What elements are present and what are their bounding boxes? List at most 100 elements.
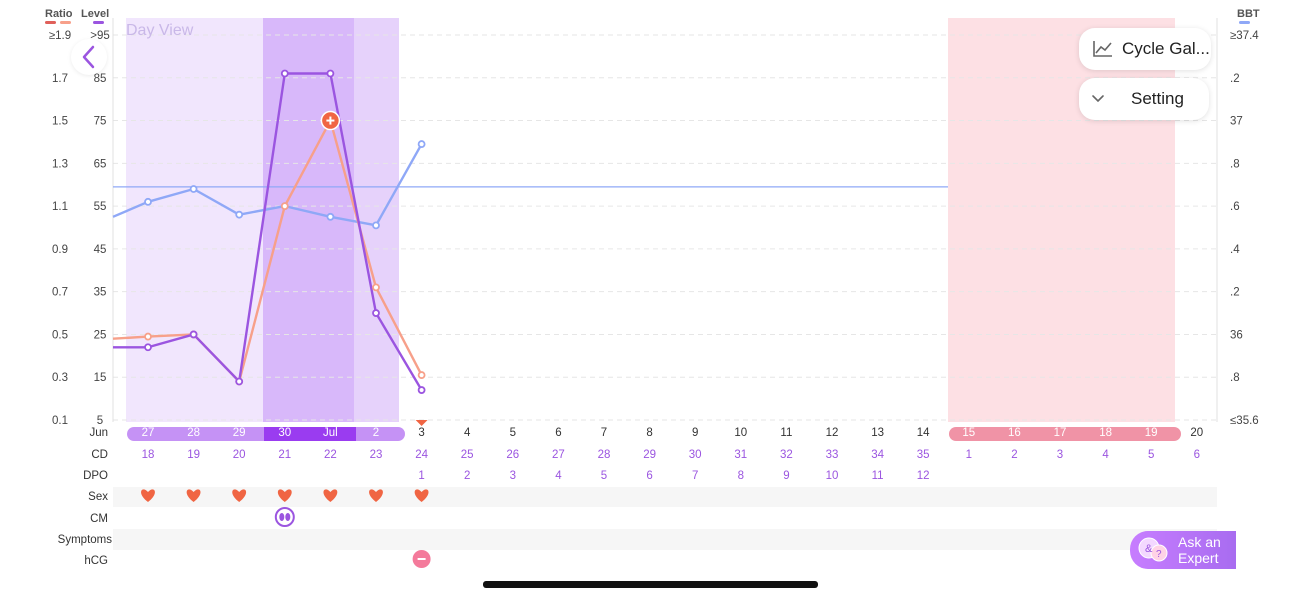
bbt-point	[326, 212, 335, 221]
ask-expert-button[interactable]: & ? Ask an Expert	[1130, 531, 1236, 569]
date-cell: 18	[1099, 427, 1112, 439]
date-cell: 12	[825, 427, 839, 439]
date-cell: 20	[1190, 427, 1204, 439]
home-indicator	[483, 581, 818, 588]
cd-cell: 21	[278, 449, 292, 461]
date-cell: 3	[418, 427, 425, 439]
cd-cell: 24	[415, 449, 428, 461]
cm-icon-drop-right	[285, 513, 291, 521]
cycle-gallery-button[interactable]: Cycle Gal...	[1079, 28, 1211, 70]
ratio-tick-label: 0.1	[52, 415, 68, 427]
ratio-tick-label: 0.3	[52, 372, 68, 384]
symptoms-label: Symptoms	[57, 534, 112, 546]
level-point	[235, 377, 244, 386]
dpo-cell: 9	[783, 470, 790, 482]
cd-cell: 4	[1102, 449, 1109, 461]
cd-cell: 34	[871, 449, 884, 461]
cd-cell: 33	[825, 449, 839, 461]
dpo-cell: 3	[509, 470, 516, 482]
date-cell: 16	[1007, 427, 1021, 439]
date-cell: 13	[871, 427, 884, 439]
date-cell: 30	[278, 427, 292, 439]
ratio-point	[144, 332, 152, 341]
date-cell: 11	[780, 427, 793, 439]
ratio-tick-label: 1.1	[52, 201, 68, 213]
date-cell: 29	[232, 427, 246, 439]
level-point	[280, 69, 289, 78]
chat-bubbles-icon: & ?	[1138, 537, 1168, 562]
level-tick-label: 45	[94, 244, 107, 256]
fertile-band-mid	[354, 18, 399, 422]
level-point	[372, 309, 380, 317]
date-cell: 28	[187, 427, 200, 439]
dpo-cell: 2	[463, 470, 471, 482]
cycle-gallery-label: Cycle Gal...	[1122, 39, 1210, 58]
dpo-cell: 8	[737, 470, 744, 482]
bbt-tick-label: 37	[1230, 116, 1243, 128]
ratio-tick-label: 1.7	[52, 73, 68, 85]
ask-expert-line1: Ask an	[1178, 534, 1221, 550]
ratio-tick-label: 0.9	[52, 244, 68, 256]
date-cell: 4	[463, 427, 471, 439]
level-tick-label: 5	[97, 415, 103, 427]
cd-label: CD	[91, 449, 108, 461]
setting-button[interactable]: Setting	[1079, 78, 1209, 120]
level-point	[417, 386, 426, 394]
bbt-tick-label: ≥37.4	[1230, 30, 1259, 42]
level-tick-label: 15	[94, 372, 107, 384]
level-tick-label: 55	[94, 201, 107, 213]
bbt-point	[417, 140, 426, 148]
cd-cell: 19	[187, 449, 200, 461]
ratio-tick-label: 1.5	[52, 116, 68, 128]
bbt-point	[144, 197, 152, 206]
setting-label: Setting	[1131, 89, 1184, 108]
date-cell: 5	[509, 427, 516, 439]
level-tick-label: 65	[94, 158, 107, 170]
back-button[interactable]	[71, 39, 107, 75]
cd-cell: 25	[460, 449, 474, 461]
cd-cell: 6	[1193, 449, 1200, 461]
date-cell: 15	[962, 427, 976, 439]
bbt-tick-label: .2	[1230, 287, 1240, 299]
cd-cell: 26	[506, 449, 520, 461]
svg-text:?: ?	[1156, 549, 1162, 560]
dpo-cell: 5	[600, 470, 608, 482]
hcg-label: hCG	[84, 555, 108, 567]
dpo-cell: 11	[871, 470, 884, 482]
date-cell: 9	[691, 427, 699, 439]
date-cell: 7	[600, 427, 608, 439]
day-view-label: Day View	[126, 22, 194, 39]
cd-cell: 30	[688, 449, 702, 461]
date-cell: 2	[372, 427, 380, 439]
bbt-point	[372, 221, 380, 230]
peak-band	[263, 18, 354, 422]
cd-cell: 1	[965, 449, 972, 461]
dpo-cell: 6	[646, 470, 653, 482]
level-point	[144, 343, 152, 352]
cm-icon-drop-left	[279, 513, 285, 521]
symptoms-row-bg	[113, 529, 1217, 550]
cd-cell: 18	[141, 449, 155, 461]
cd-cell: 31	[734, 449, 748, 461]
ratio-tick-label: 0.5	[52, 329, 68, 341]
bbt-point	[189, 185, 198, 193]
cd-cell: 35	[916, 449, 930, 461]
level-tick-label: 35	[94, 287, 107, 299]
bbt-point	[235, 210, 244, 219]
date-cell: 14	[916, 427, 930, 439]
level-tick-label: 25	[94, 329, 107, 341]
date-cell: 17	[1053, 427, 1067, 439]
bbt-tick-label: ≤35.6	[1230, 415, 1259, 427]
cd-cell: 3	[1056, 449, 1064, 461]
ratio-tick-label: 1.3	[52, 158, 68, 170]
dpo-cell: 12	[916, 470, 930, 482]
bbt-tick-label: .8	[1230, 158, 1240, 170]
dpo-cell: 7	[691, 470, 699, 482]
cd-cell: 29	[643, 449, 656, 461]
dpo-cell: 4	[555, 470, 562, 482]
level-tick-label: 85	[94, 73, 107, 85]
ratio-tick-label: 0.7	[52, 287, 68, 299]
month-label: Jun	[89, 427, 108, 439]
bbt-tick-label: 36	[1230, 329, 1243, 341]
ask-expert-line2: Expert	[1178, 550, 1219, 566]
